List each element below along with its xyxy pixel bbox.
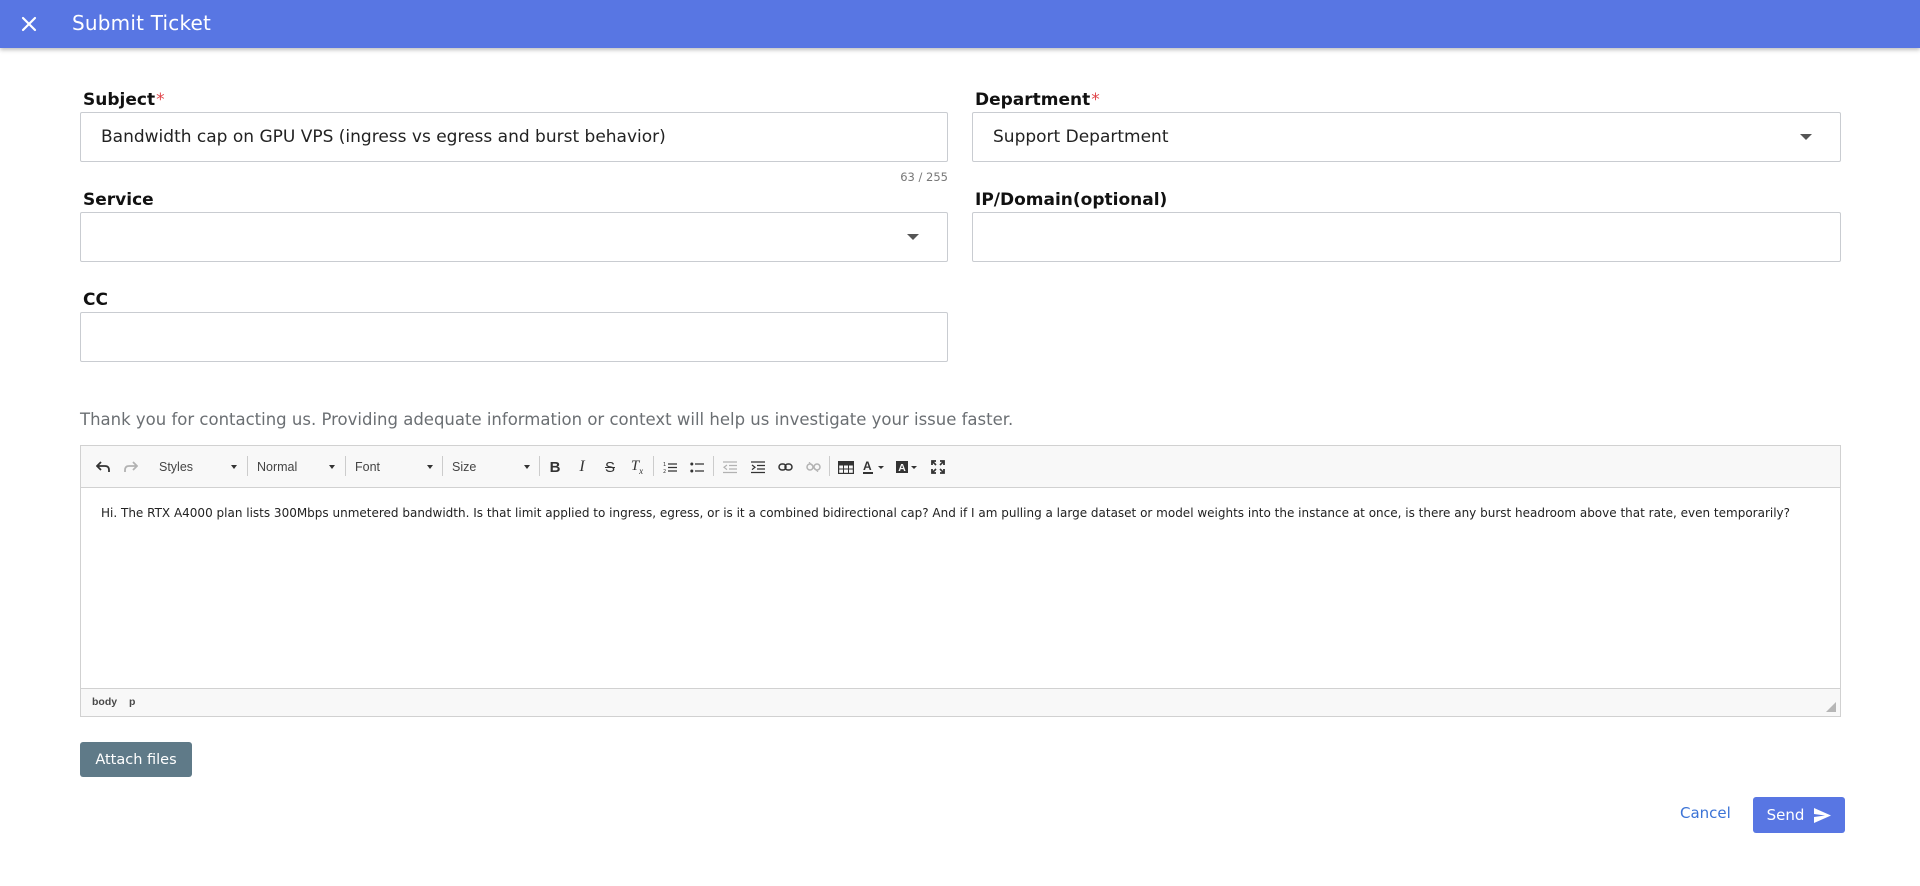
strikethrough-button[interactable]: S [599, 457, 621, 477]
numbered-list-icon: 12 [663, 462, 677, 474]
indent-icon [751, 460, 765, 473]
department-label-text: Department [975, 90, 1091, 110]
format-dropdown-label: Normal [257, 460, 298, 474]
subject-label: Subject* [83, 90, 165, 110]
text-color-button[interactable]: A [861, 457, 891, 477]
page-title: Submit Ticket [72, 11, 212, 35]
chevron-down-icon [329, 465, 335, 469]
table-button[interactable] [835, 457, 857, 477]
font-dropdown[interactable]: Font [355, 457, 433, 477]
chevron-down-icon [524, 465, 530, 469]
send-button[interactable]: Send [1753, 797, 1845, 833]
svg-text:2: 2 [663, 469, 666, 474]
required-mark: * [156, 90, 165, 110]
path-item-p[interactable]: p [129, 696, 135, 708]
toolbar-divider [345, 456, 346, 476]
outdent-button[interactable] [719, 457, 741, 477]
maximize-button[interactable] [927, 457, 949, 477]
indent-button[interactable] [747, 457, 769, 477]
chevron-down-icon [231, 465, 237, 469]
undo-icon [96, 461, 110, 472]
toolbar-divider [539, 456, 540, 476]
department-select[interactable]: Support Department [972, 112, 1841, 162]
svg-text:A: A [863, 460, 872, 473]
editor-statusbar: body p [81, 688, 1840, 716]
remove-format-button[interactable]: Tx [626, 457, 648, 477]
path-item-body[interactable]: body [92, 696, 117, 708]
link-icon [777, 463, 793, 471]
undo-button[interactable] [93, 457, 113, 477]
svg-text:A: A [898, 462, 906, 474]
chevron-down-icon [427, 465, 433, 469]
service-label: Service [83, 190, 154, 210]
outdent-icon [723, 460, 737, 473]
numbered-list-button[interactable]: 12 [659, 457, 681, 477]
cc-input[interactable] [80, 312, 948, 362]
message-editor: Styles Normal Font Size B I S Tx 12 A A … [80, 445, 1841, 717]
header-bar: Submit Ticket [0, 0, 1920, 48]
bulleted-list-icon [690, 462, 704, 472]
remove-format-icon: Tx [630, 458, 644, 476]
attach-files-button[interactable]: Attach files [80, 742, 192, 777]
svg-text:1: 1 [663, 462, 666, 468]
unlink-button[interactable] [802, 457, 824, 477]
styles-dropdown[interactable]: Styles [159, 457, 237, 477]
chevron-down-icon [907, 234, 919, 240]
service-select[interactable] [80, 212, 948, 262]
background-color-button[interactable]: A [894, 457, 924, 477]
italic-icon: I [579, 458, 585, 475]
department-label: Department* [975, 90, 1100, 110]
size-dropdown[interactable]: Size [452, 457, 530, 477]
italic-button[interactable]: I [571, 457, 593, 477]
format-dropdown[interactable]: Normal [257, 457, 335, 477]
redo-icon [124, 461, 138, 472]
background-color-icon: A [896, 461, 917, 474]
bulleted-list-button[interactable] [686, 457, 708, 477]
toolbar-divider [247, 456, 248, 476]
table-icon [838, 460, 854, 474]
editor-toolbar: Styles Normal Font Size B I S Tx 12 A A [81, 446, 1840, 488]
resize-handle-icon[interactable] [1826, 702, 1836, 712]
cc-label: CC [83, 290, 108, 310]
required-mark: * [1091, 90, 1100, 110]
ip-domain-input[interactable] [972, 212, 1841, 262]
styles-dropdown-label: Styles [159, 460, 194, 474]
redo-button[interactable] [121, 457, 141, 477]
link-button[interactable] [774, 457, 796, 477]
send-button-label: Send [1766, 806, 1805, 824]
close-button[interactable] [15, 10, 43, 38]
ip-domain-label: IP/Domain(optional) [975, 190, 1168, 210]
department-value: Support Department [993, 127, 1169, 147]
bold-button[interactable]: B [544, 457, 566, 477]
maximize-icon [931, 460, 945, 474]
close-icon [21, 16, 37, 32]
toolbar-divider [653, 456, 654, 476]
bold-icon: B [549, 458, 561, 476]
subject-label-text: Subject [83, 90, 156, 110]
subject-value: Bandwidth cap on GPU VPS (ingress vs egr… [101, 127, 666, 147]
chevron-down-icon [1800, 134, 1812, 140]
size-dropdown-label: Size [452, 460, 477, 474]
toolbar-divider [713, 456, 714, 476]
strikethrough-icon: S [604, 458, 615, 476]
form-hint: Thank you for contacting us. Providing a… [80, 410, 1014, 429]
toolbar-divider [829, 456, 830, 476]
subject-input[interactable]: Bandwidth cap on GPU VPS (ingress vs egr… [80, 112, 948, 162]
text-color-icon: A [863, 460, 884, 474]
send-icon [1814, 807, 1832, 823]
subject-char-counter: 63 / 255 [900, 170, 948, 184]
cancel-button[interactable]: Cancel [1680, 804, 1731, 822]
font-dropdown-label: Font [355, 460, 381, 474]
editor-content[interactable]: Hi. The RTX A4000 plan lists 300Mbps unm… [101, 504, 1820, 522]
unlink-icon [805, 462, 821, 472]
toolbar-divider [442, 456, 443, 476]
